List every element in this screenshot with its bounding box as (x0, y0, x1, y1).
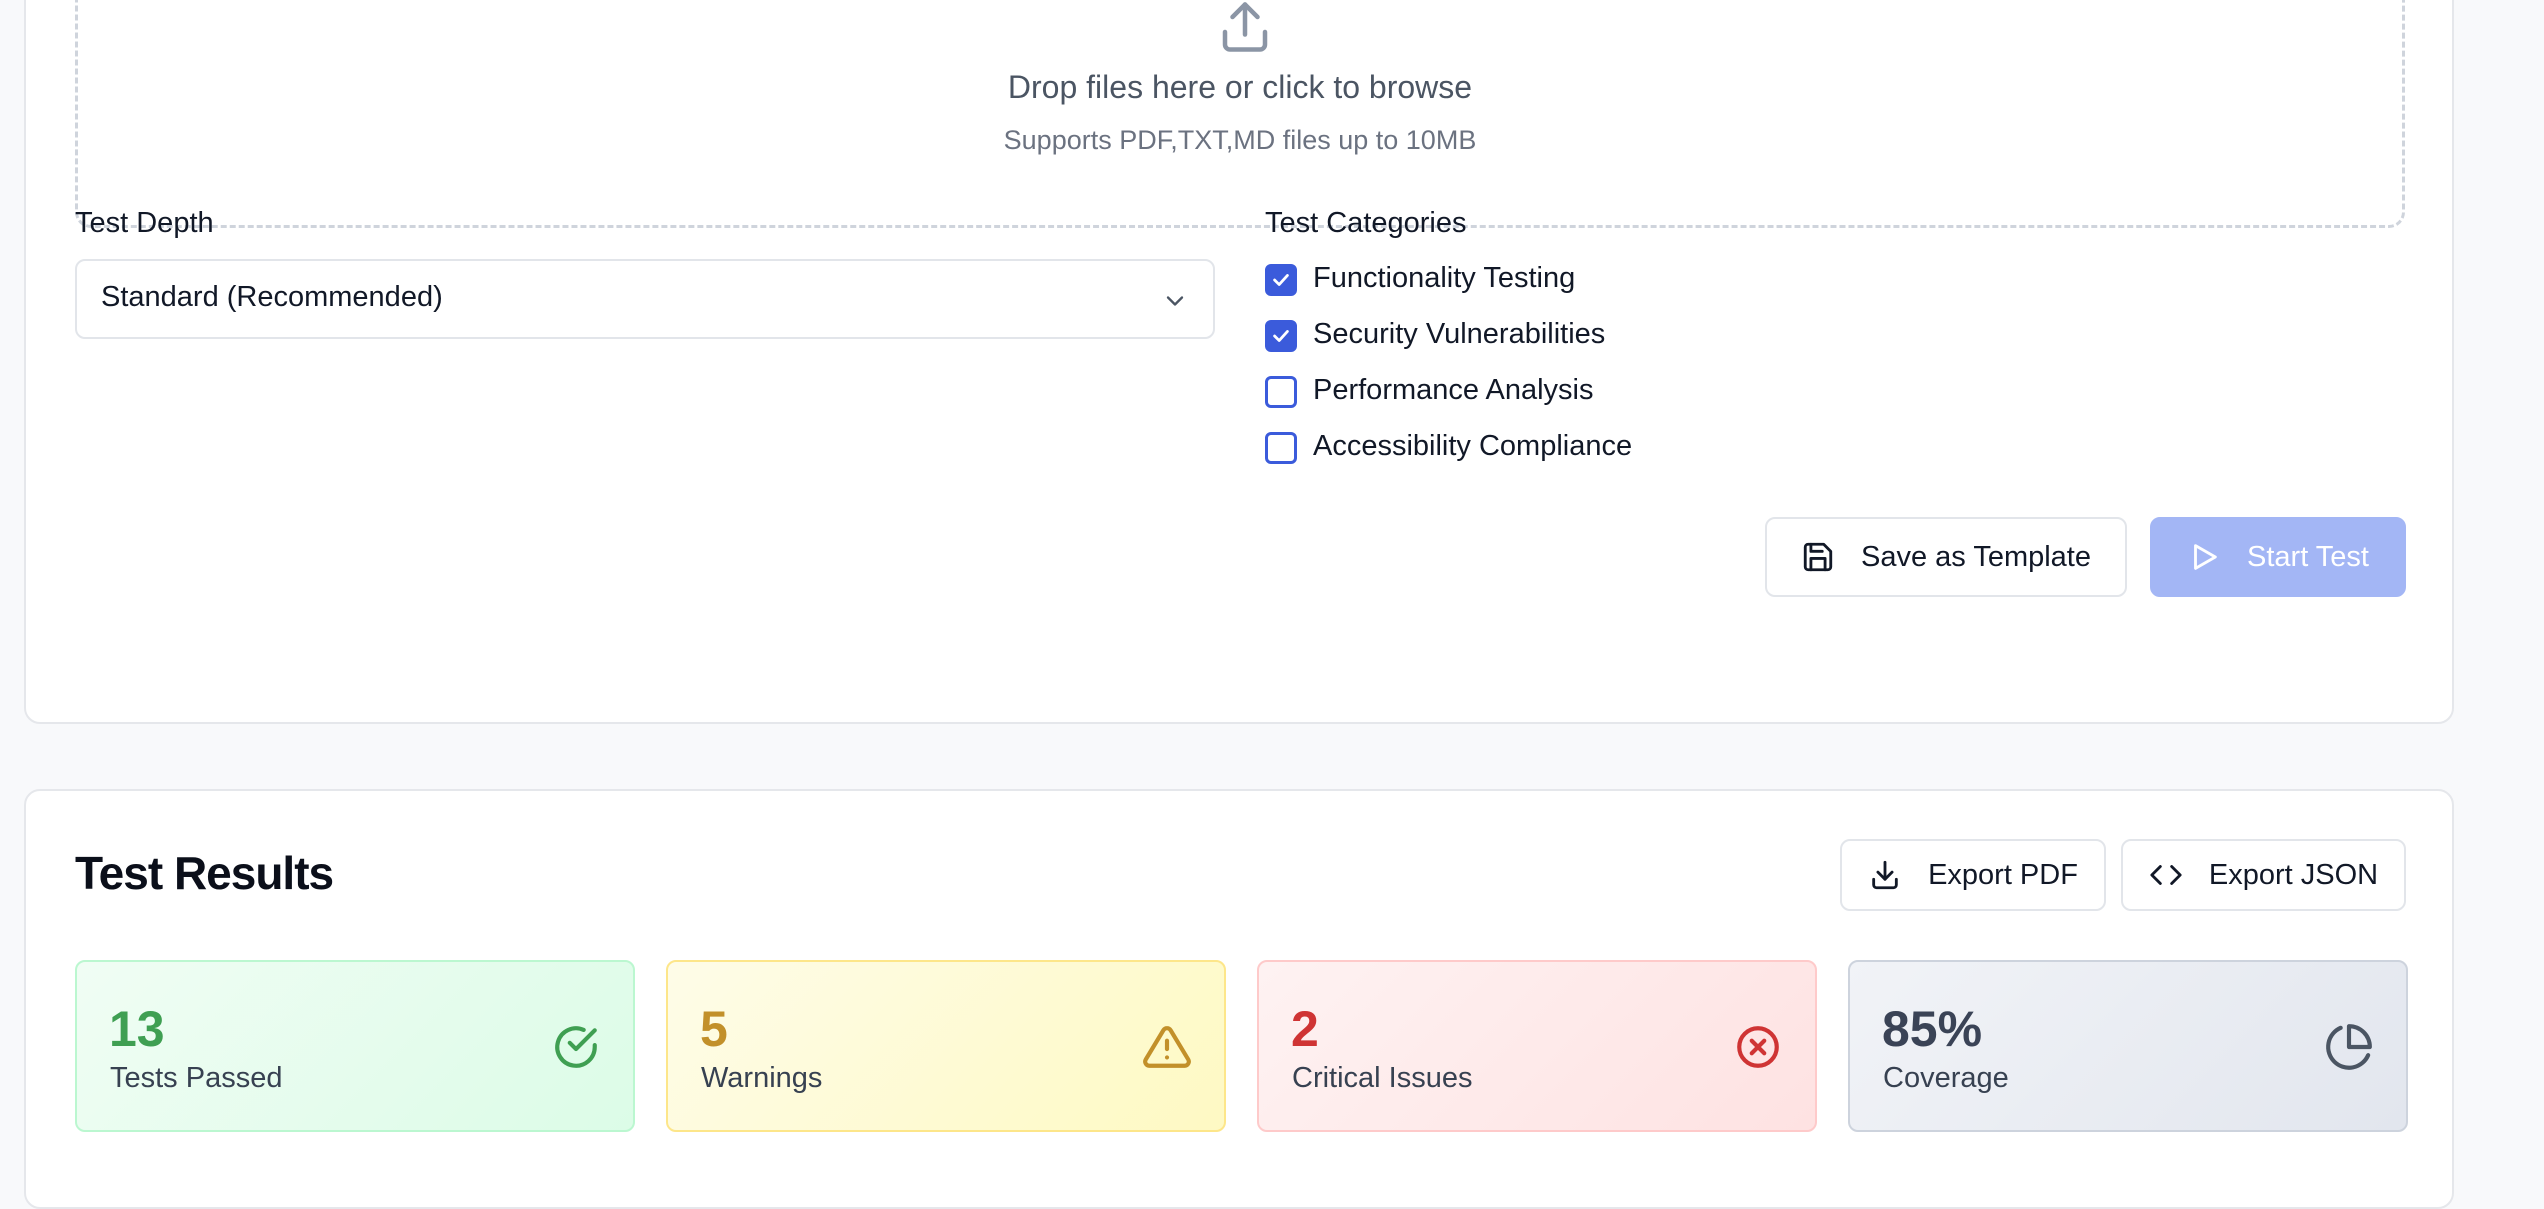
test-config-card: Drop files here or click to browse Suppo… (24, 0, 2454, 724)
save-template-button[interactable]: Save as Template (1765, 517, 2127, 597)
category-label: Security Vulnerabilities (1313, 318, 1606, 350)
play-icon (2194, 544, 2217, 570)
category-label: Performance Analysis (1313, 374, 1594, 406)
stat-card-warnings: 5 Warnings (666, 960, 1226, 1132)
dropzone-title: Drop files here or click to browse (1007, 69, 1473, 105)
warning-triangle-icon (1143, 1026, 1191, 1068)
start-test-label: Start Test (2247, 540, 2369, 573)
checkbox-security[interactable] (1265, 320, 1297, 352)
pie-chart-icon (2326, 1024, 2372, 1070)
dropzone-subtitle: Supports PDF,TXT,MD files up to 10MB (1003, 125, 1477, 155)
test-categories-label: Test Categories (1265, 207, 1467, 239)
save-template-label: Save as Template (1861, 540, 2091, 573)
stat-value: 13 (109, 1001, 165, 1057)
upload-icon (1222, 2, 1268, 52)
checkmark-icon (1273, 274, 1289, 286)
test-results-card: Test Results Export PDF Export JSON 13 T… (24, 789, 2454, 1209)
code-icon (2150, 865, 2182, 885)
test-depth-value: Standard (Recommended) (101, 281, 443, 313)
stat-value: 85% (1882, 1001, 1983, 1057)
export-json-button[interactable]: Export JSON (2121, 839, 2406, 911)
start-test-button[interactable]: Start Test (2150, 517, 2406, 597)
chevron-down-icon (1166, 296, 1184, 306)
stat-label: Tests Passed (110, 1062, 283, 1094)
results-title: Test Results (75, 847, 334, 899)
category-label: Functionality Testing (1313, 262, 1576, 294)
stat-value: 2 (1291, 1001, 1319, 1057)
stat-card-coverage: 85% Coverage (1848, 960, 2408, 1132)
checkmark-icon (1273, 330, 1289, 342)
download-icon (1872, 860, 1898, 890)
stat-value: 5 (700, 1001, 728, 1057)
stat-label: Warnings (701, 1062, 823, 1094)
test-depth-select[interactable]: Standard (Recommended) (75, 259, 1215, 339)
export-pdf-button[interactable]: Export PDF (1840, 839, 2106, 911)
test-depth-label: Test Depth (75, 207, 214, 239)
category-label: Accessibility Compliance (1313, 430, 1633, 462)
checkbox-performance[interactable] (1265, 376, 1297, 408)
check-circle-icon (555, 1026, 597, 1068)
checkbox-accessibility[interactable] (1265, 432, 1297, 464)
file-dropzone[interactable]: Drop files here or click to browse Suppo… (75, 0, 2405, 228)
save-icon (1803, 542, 1833, 572)
stat-card-tests-passed: 13 Tests Passed (75, 960, 635, 1132)
stat-card-critical-issues: 2 Critical Issues (1257, 960, 1817, 1132)
export-json-label: Export JSON (2208, 858, 2379, 891)
stat-label: Critical Issues (1292, 1062, 1473, 1094)
export-pdf-label: Export PDF (1928, 858, 2078, 891)
stat-label: Coverage (1883, 1062, 2009, 1094)
checkbox-functionality[interactable] (1265, 264, 1297, 296)
x-circle-icon (1737, 1026, 1779, 1068)
